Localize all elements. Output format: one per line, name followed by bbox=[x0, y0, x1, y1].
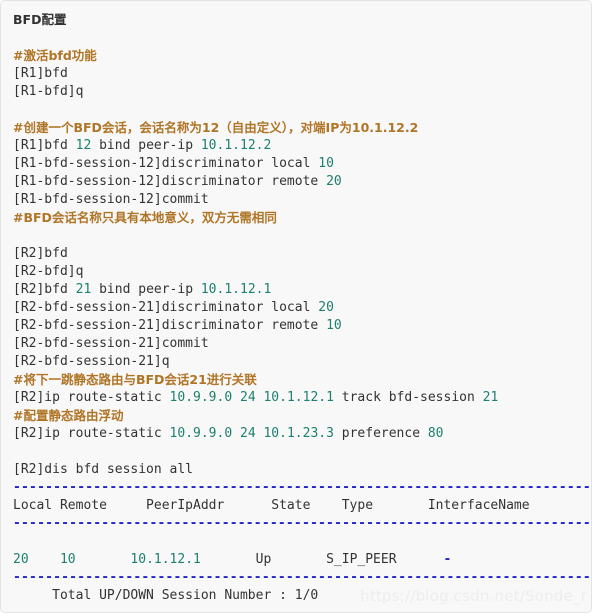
code-number: 10 bbox=[326, 318, 342, 333]
code-line: [R1-bfd-session-12]commit bbox=[13, 191, 591, 209]
code-text: [R2-bfd-session-21]discriminator remote bbox=[13, 318, 327, 333]
code-line: [R2]dis bfd session all bbox=[13, 461, 591, 479]
code-text: Local Remote PeerIpAddr State Type Inter… bbox=[13, 498, 530, 513]
code-number: 10.1.23.3 bbox=[263, 426, 334, 441]
code-number: 10.1.12.1 bbox=[200, 282, 272, 297]
code-number: 10 bbox=[318, 156, 334, 171]
code-number: 20 bbox=[326, 174, 342, 189]
table-separator: ----------------------------------------… bbox=[13, 480, 592, 495]
code-line: [R2-bfd-session-21]discriminator local 2… bbox=[13, 299, 591, 317]
code-text: [R2]bfd bbox=[13, 246, 68, 261]
code-line: [R1]bfd bbox=[13, 66, 68, 81]
code-text: [R2-bfd-session-21]discriminator local bbox=[13, 300, 319, 315]
code-line: [R2]ip route-static 10.9.9.0 24 10.1.23.… bbox=[13, 425, 591, 443]
code-line: [R2]bfd 21 bind peer-ip 10.1.12.1 bbox=[13, 281, 591, 299]
code-number: 24 bbox=[240, 390, 256, 405]
code-text: bind peer-ip bbox=[91, 138, 201, 153]
code-number: 20 bbox=[318, 300, 334, 315]
code-number: 10.9.9.0 bbox=[169, 426, 233, 441]
code-number: 21 bbox=[75, 282, 92, 297]
code-text: [R2]dis bfd session all bbox=[13, 462, 194, 477]
code-line: [R1-bfd-session-12]discriminator remote … bbox=[13, 173, 591, 191]
code-dash: - bbox=[443, 552, 452, 567]
code-line: [R2-bfd-session-21]discriminator remote … bbox=[13, 317, 591, 335]
code-number: 10.9.9.0 bbox=[169, 390, 233, 405]
code-number: 20 bbox=[13, 552, 29, 567]
code-line: [R2-bfd-session-21]commit bbox=[13, 335, 591, 353]
code-line: 20 10 10.1.12.1 Up S_IP_PEER - bbox=[13, 551, 591, 569]
code-line: Local Remote PeerIpAddr State Type Inter… bbox=[13, 497, 591, 515]
code-number: 10.1.12.1 bbox=[130, 552, 201, 567]
code-text: track bfd-session bbox=[333, 390, 483, 405]
code-line: [R2]ip route-static 10.9.9.0 24 10.1.12.… bbox=[13, 389, 591, 407]
code-text: [R1-bfd-session-12]commit bbox=[13, 192, 209, 207]
code-comment: #创建一个BFD会话，会话名称为12（自由定义），对端IP为10.1.12.2 bbox=[13, 120, 419, 135]
code-text: Up S_IP_PEER bbox=[200, 552, 444, 567]
code-text: preference bbox=[333, 426, 428, 441]
code-text: [R1-bfd-session-12]discriminator remote bbox=[13, 174, 327, 189]
code-number: 21 bbox=[482, 390, 499, 405]
code-number: 10 bbox=[59, 552, 76, 567]
code-number: 10.1.12.1 bbox=[263, 390, 334, 405]
code-text: bind peer-ip bbox=[91, 282, 201, 297]
code-line: [R1-bfd]q bbox=[13, 84, 84, 99]
table-separator: ----------------------------------------… bbox=[13, 570, 592, 585]
code-number: 12 bbox=[75, 138, 92, 153]
code-text: [R1-bfd-session-12]discriminator local bbox=[13, 156, 319, 171]
code-text: [R1]bfd bbox=[13, 138, 76, 153]
code-line: [R2]bfd bbox=[13, 245, 591, 263]
code-text: [R2-bfd]q bbox=[13, 264, 84, 279]
code-block: BFD配置 #激活bfd功能 [R1]bfd [R1-bfd]q #创建一个BFD会… bbox=[0, 0, 592, 613]
code-line: [R1]bfd 12 bind peer-ip 10.1.12.2 bbox=[13, 137, 591, 155]
page-title: BFD配置 bbox=[13, 12, 67, 27]
code-number: 80 bbox=[427, 426, 444, 441]
code-line: [R2-bfd]q bbox=[13, 263, 591, 281]
table-separator: ----------------------------------------… bbox=[13, 516, 592, 531]
code-text: [R2]bfd bbox=[13, 282, 76, 297]
code-comment: #配置静态路由浮动 bbox=[13, 408, 124, 423]
code-text: [R2-bfd-session-21]commit bbox=[13, 336, 209, 351]
code-number: 10.1.12.2 bbox=[200, 138, 272, 153]
code-comment: #BFD会话名称只具有本地意义，双方无需相同 bbox=[13, 210, 277, 225]
code-line: [R1-bfd-session-12]discriminator local 1… bbox=[13, 155, 591, 173]
code-text: [R2]ip route-static bbox=[13, 426, 170, 441]
code-text: Total UP/DOWN Session Number : 1/0 bbox=[13, 588, 319, 603]
code-line: Total UP/DOWN Session Number : 1/0 bbox=[13, 587, 591, 605]
code-text: [R2-bfd-session-21]q bbox=[13, 354, 170, 369]
code-comment: #将下一跳静态路由与BFD会话21进行关联 bbox=[13, 372, 257, 387]
code-comment: #激活bfd功能 bbox=[13, 48, 97, 63]
code-lines: BFD配置 #激活bfd功能 [R1]bfd [R1-bfd]q #创建一个BFD会… bbox=[13, 11, 591, 605]
code-number: 24 bbox=[240, 426, 256, 441]
code-text: [R2]ip route-static bbox=[13, 390, 170, 405]
code-line: [R2-bfd-session-21]q bbox=[13, 353, 591, 371]
